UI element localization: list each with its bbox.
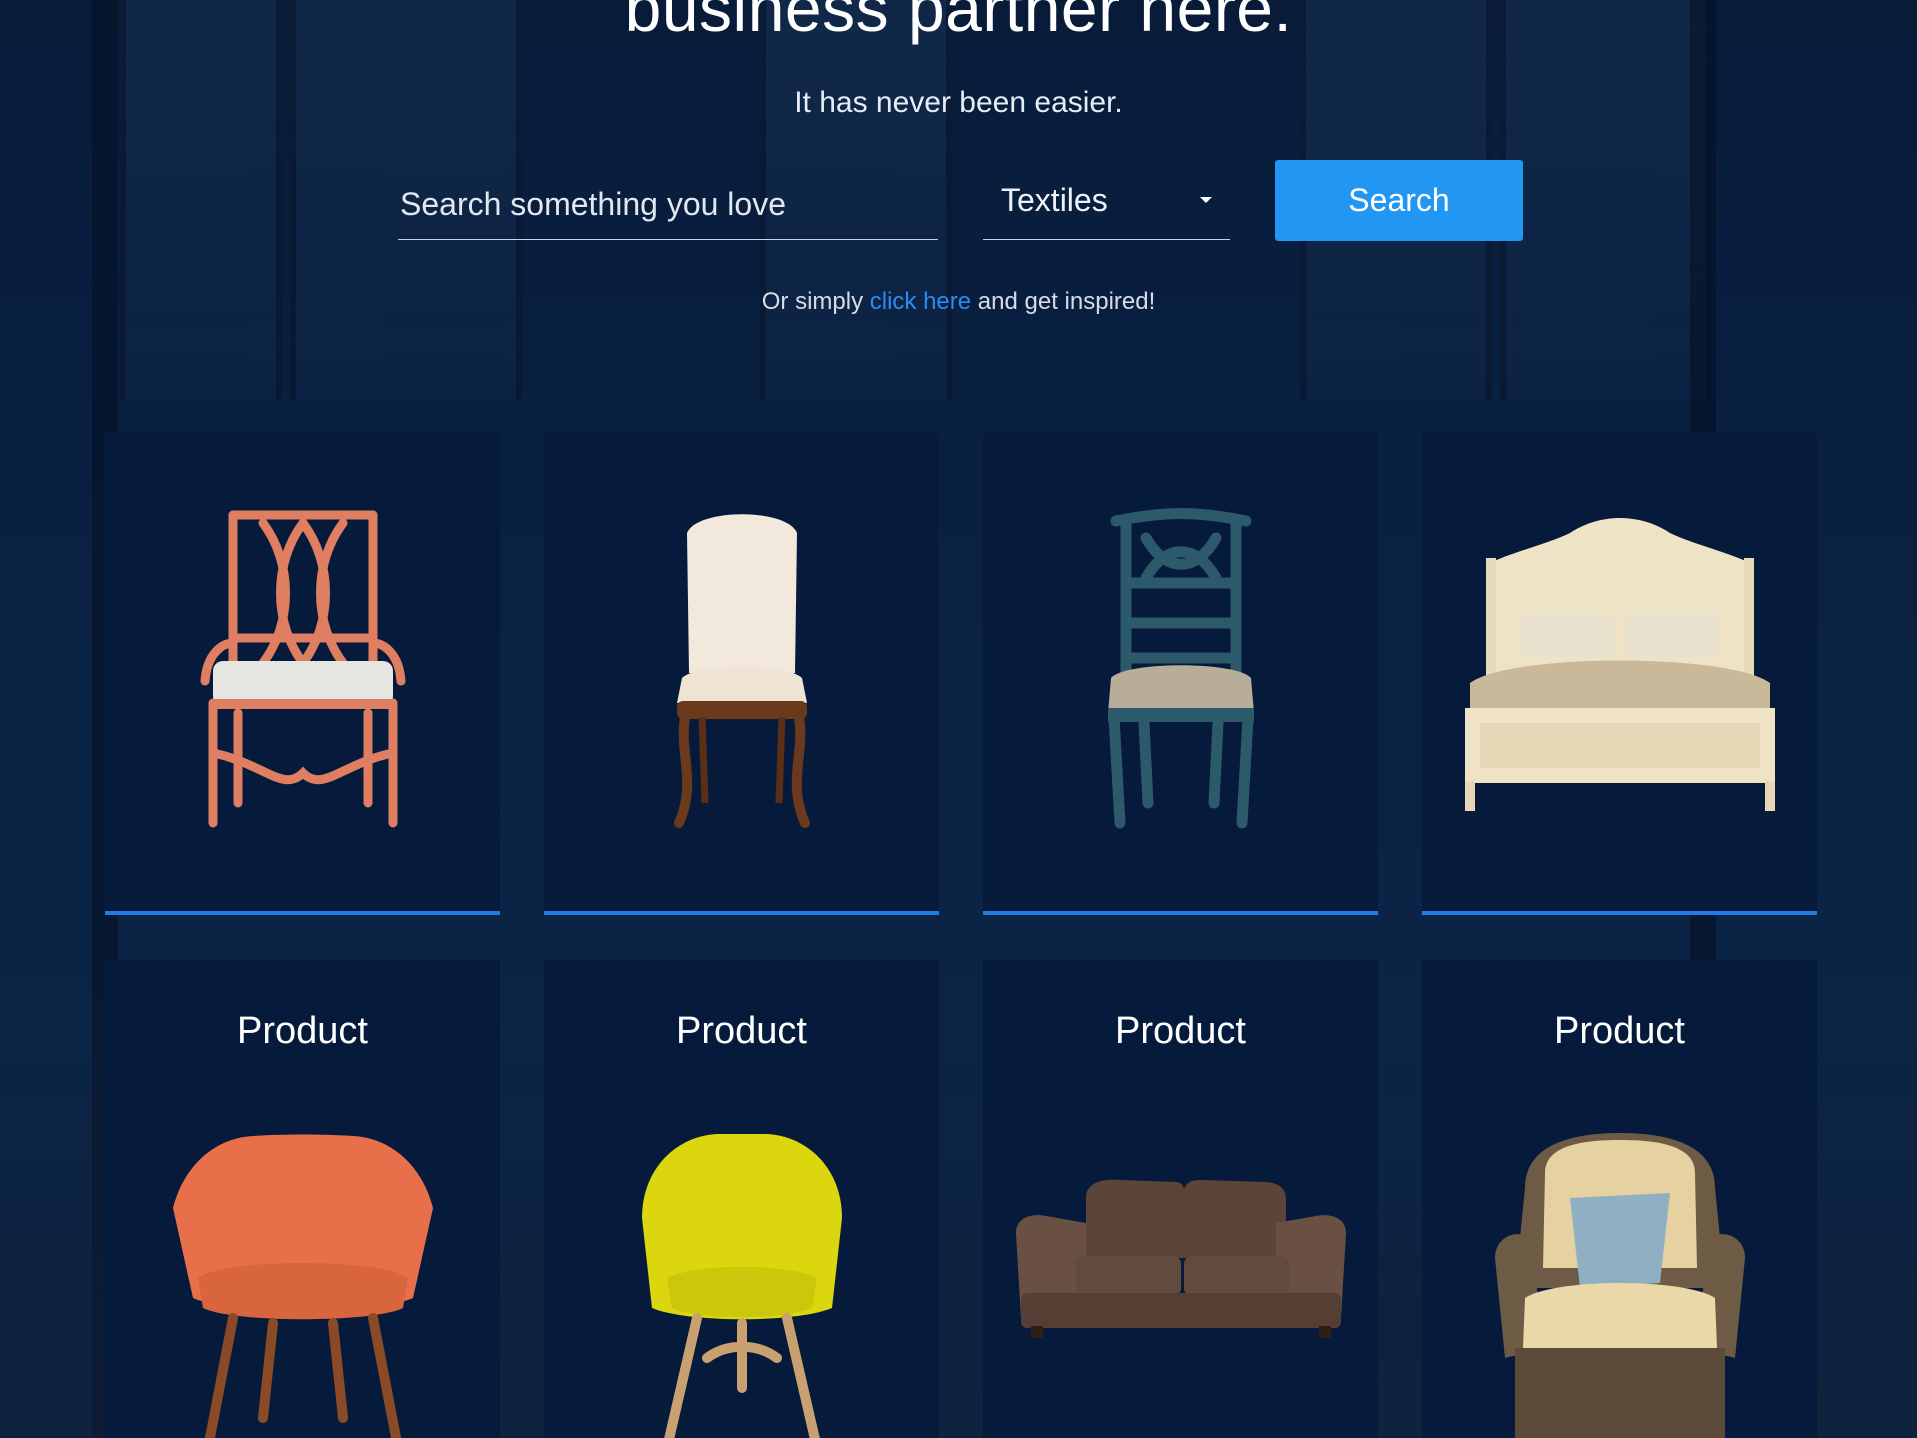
product-card[interactable]: Product [105,960,500,1438]
caret-down-icon [1200,197,1212,203]
inspire-suffix: and get inspired! [971,288,1156,315]
search-button[interactable]: Search [1275,160,1523,241]
product-title: Product [1115,1010,1246,1052]
bed-image [1422,503,1817,833]
product-card[interactable]: Product [1422,960,1817,1438]
yellow-chair-image [544,1128,939,1438]
hero-subline: It has never been easier. [794,86,1123,119]
category-select-value: Textiles [1001,182,1108,218]
wicker-chair-image [1422,1128,1817,1438]
product-card[interactable]: Product [544,960,939,1438]
page: business partner here. It has never been… [0,0,1917,1438]
search-input[interactable] [398,170,938,240]
product-card[interactable] [105,433,500,915]
product-title: Product [676,1010,807,1052]
product-title: Product [1554,1010,1685,1052]
product-card[interactable] [983,433,1378,915]
hero-headline: business partner here. [624,0,1293,45]
product-card[interactable]: Product [983,960,1378,1438]
side-chair-image [544,503,939,833]
product-card[interactable] [1422,433,1817,915]
inspire-link[interactable]: click here [870,288,971,315]
category-select[interactable]: Textiles [983,170,1230,240]
orange-chair-image [105,1128,500,1438]
dining-chair-image [983,503,1378,833]
product-title: Product [237,1010,368,1052]
sofa-image [983,1128,1378,1438]
inspire-prefix: Or simply [761,288,870,315]
product-card[interactable] [544,433,939,915]
armchair-image [105,503,500,833]
inspire-text: Or simply click here and get inspired! [0,288,1917,316]
